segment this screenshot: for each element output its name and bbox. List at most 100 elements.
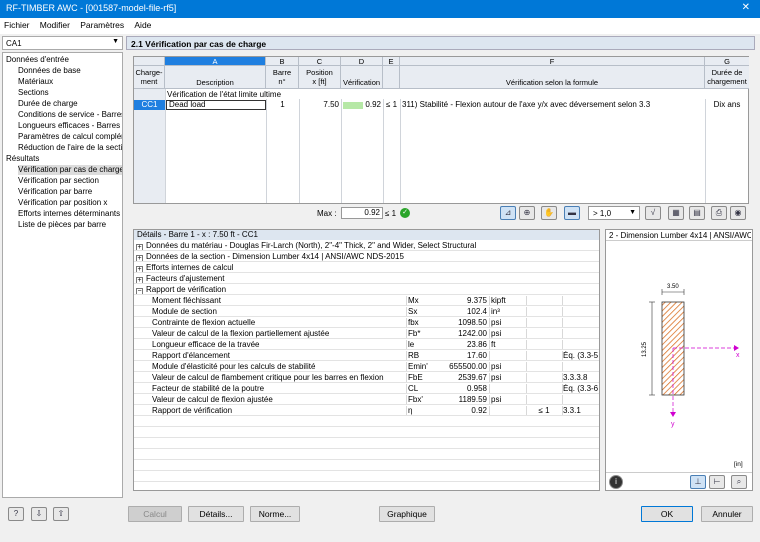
tree-item-verif-position[interactable]: Vérification par position x — [18, 198, 107, 208]
row-formula[interactable]: 311) Stabilité - Flexion autour de l'axe… — [402, 100, 704, 110]
grid-line — [489, 296, 490, 305]
expand-icon[interactable]: + — [136, 255, 143, 261]
details-cell-val: 1098.50 — [458, 318, 487, 327]
tree-item-reduction[interactable]: Réduction de l'aire de la section — [18, 143, 122, 153]
max-toolbar: Max : 0.92 ≤ 1 ✓ ⊿ ⊕ ✋ ▬ > 1,0 ▼ √ ▦ ▤ ⎙… — [133, 206, 749, 222]
details-cell-le — [527, 362, 561, 371]
tree-item-conditions[interactable]: Conditions de service - Barres — [18, 110, 122, 120]
row-bar[interactable]: 1 — [266, 100, 299, 110]
section-drawing: 3.50 13.25 x y [in] — [642, 284, 743, 468]
scale-icon[interactable]: √ — [645, 206, 661, 220]
details-cell-label: Rapport de vérification — [152, 406, 233, 415]
ok-button[interactable]: OK — [641, 506, 693, 522]
column-letter-e[interactable]: E — [383, 57, 400, 66]
expand-icon[interactable]: + — [136, 266, 143, 272]
tree-item-materiaux[interactable]: Matériaux — [18, 77, 53, 87]
zoom-icon[interactable]: ⌕ — [731, 475, 747, 489]
tree-item-liste[interactable]: Liste de pièces par barre — [18, 220, 106, 230]
view-icon[interactable]: ◉ — [730, 206, 746, 220]
expand-icon[interactable]: + — [136, 244, 143, 250]
dimension-icon[interactable]: ⊢ — [709, 475, 725, 489]
details-cell-sym: RB — [408, 351, 420, 360]
grid-line — [406, 296, 407, 305]
page-title: 2.1 Vérification par cas de charge — [131, 39, 267, 49]
help-icon[interactable]: ? — [8, 507, 24, 521]
details-empty-row — [134, 450, 599, 460]
grid-line — [400, 99, 401, 203]
details-button[interactable]: Détails... — [188, 506, 244, 522]
ratio-bar-icon[interactable]: ▬ — [564, 206, 580, 220]
details-cell-sym: Emin' — [408, 362, 428, 371]
axis-x-label: x — [736, 352, 740, 359]
norme-button[interactable]: Norme... — [250, 506, 300, 522]
tree-group-input[interactable]: Données d'entrée — [6, 55, 69, 65]
row-position[interactable]: 7.50 — [299, 100, 339, 110]
grid-line — [562, 318, 563, 327]
tree-group-results[interactable]: Résultats — [6, 154, 39, 164]
details-section-row[interactable]: − Rapport de vérification — [134, 285, 599, 295]
details-cell-label: Module d'élasticité pour les calculs de … — [152, 362, 316, 371]
grid-line — [526, 340, 527, 349]
import-icon[interactable]: ⇧ — [53, 507, 69, 521]
export-icon[interactable]: ⇩ — [31, 507, 47, 521]
column-letter-c[interactable]: C — [299, 57, 341, 66]
tree-item-duree[interactable]: Durée de charge — [18, 99, 78, 109]
column-letter-f[interactable]: F — [400, 57, 705, 66]
details-row: Rapport de vérification η 0.92 ≤ 1 3.3.1 — [134, 406, 599, 416]
details-section-row[interactable]: + Facteurs d'ajustement — [134, 274, 599, 284]
ratio-filter-select[interactable]: > 1,0 ▼ — [588, 206, 640, 220]
column-letter-a[interactable]: A — [165, 57, 266, 66]
filter-icon[interactable]: ⊿ — [500, 206, 516, 220]
close-icon[interactable]: ✕ — [742, 2, 750, 13]
header-e — [383, 66, 400, 89]
hand-icon[interactable]: ✋ — [541, 206, 557, 220]
tree-item-verif-cas[interactable]: Vérification par cas de charge — [18, 165, 122, 175]
column-letter-d[interactable]: D — [341, 57, 383, 66]
tree-item-efforts[interactable]: Efforts internes déterminants p — [18, 209, 122, 219]
menu-fichier[interactable]: Fichier — [0, 18, 34, 32]
details-section-label: Données de la section - Dimension Lumber… — [146, 252, 404, 261]
tree-item-verif-barre[interactable]: Vérification par barre — [18, 187, 92, 197]
collapse-icon[interactable]: − — [136, 288, 143, 294]
details-cell-label: Facteur de stabilité de la poutre — [152, 384, 265, 393]
grid-line — [406, 406, 407, 415]
cancel-button[interactable]: Annuler — [701, 506, 753, 522]
tree-item-parametres[interactable]: Paramètres de calcul compléme — [18, 132, 122, 142]
load-case-select[interactable]: CA1 ▼ — [2, 36, 123, 50]
tree-item-sections[interactable]: Sections — [18, 88, 49, 98]
menu-modifier[interactable]: Modifier — [36, 18, 74, 32]
details-section-label: Rapport de vérification — [146, 285, 227, 294]
tree-item-verif-section[interactable]: Vérification par section — [18, 176, 99, 186]
group-row-label: Vérification de l'état limite ultime — [167, 90, 282, 99]
calcul-button[interactable]: Calcul — [128, 506, 182, 522]
chevron-down-icon: ▼ — [112, 38, 119, 45]
details-cell-ref — [563, 318, 599, 327]
excel-export-icon[interactable]: ▤ — [689, 206, 705, 220]
grid-line — [526, 406, 527, 415]
color-palette-icon[interactable]: ▦ — [668, 206, 684, 220]
print-icon[interactable]: ⎙ — [711, 206, 727, 220]
pin-icon[interactable]: ⊕ — [519, 206, 535, 220]
details-section-row[interactable]: + Données du matériau - Douglas Fir-Larch… — [134, 241, 599, 251]
row-load[interactable]: CC1 — [134, 100, 165, 110]
details-cell-sym: le — [408, 340, 415, 349]
menu-aide[interactable]: Aide — [130, 18, 155, 32]
row-ratio[interactable]: 0.92 — [341, 100, 381, 110]
details-cell-le — [527, 384, 561, 393]
details-section-row[interactable]: + Efforts internes de calcul — [134, 263, 599, 273]
section-view-icon[interactable]: ⊥ — [690, 475, 706, 489]
column-letter-g[interactable]: G — [705, 57, 749, 66]
header-duration: Durée de chargement — [705, 66, 749, 89]
tree-item-donnees-base[interactable]: Données de base — [18, 66, 81, 76]
graphique-button[interactable]: Graphique — [379, 506, 435, 522]
details-cell-sym: FbE — [408, 373, 423, 382]
details-row: Valeur de calcul de la flexion partielle… — [134, 329, 599, 339]
row-duration[interactable]: Dix ans — [705, 100, 749, 110]
row-description[interactable]: Dead load — [166, 100, 266, 110]
tree-item-longueurs[interactable]: Longueurs efficaces - Barres — [18, 121, 120, 131]
info-icon[interactable]: i — [609, 475, 623, 489]
details-section-row[interactable]: + Données de la section - Dimension Lumbe… — [134, 252, 599, 262]
column-letter-b[interactable]: B — [266, 57, 299, 66]
expand-icon[interactable]: + — [136, 277, 143, 283]
menu-parametres[interactable]: Paramètres — [76, 18, 128, 32]
